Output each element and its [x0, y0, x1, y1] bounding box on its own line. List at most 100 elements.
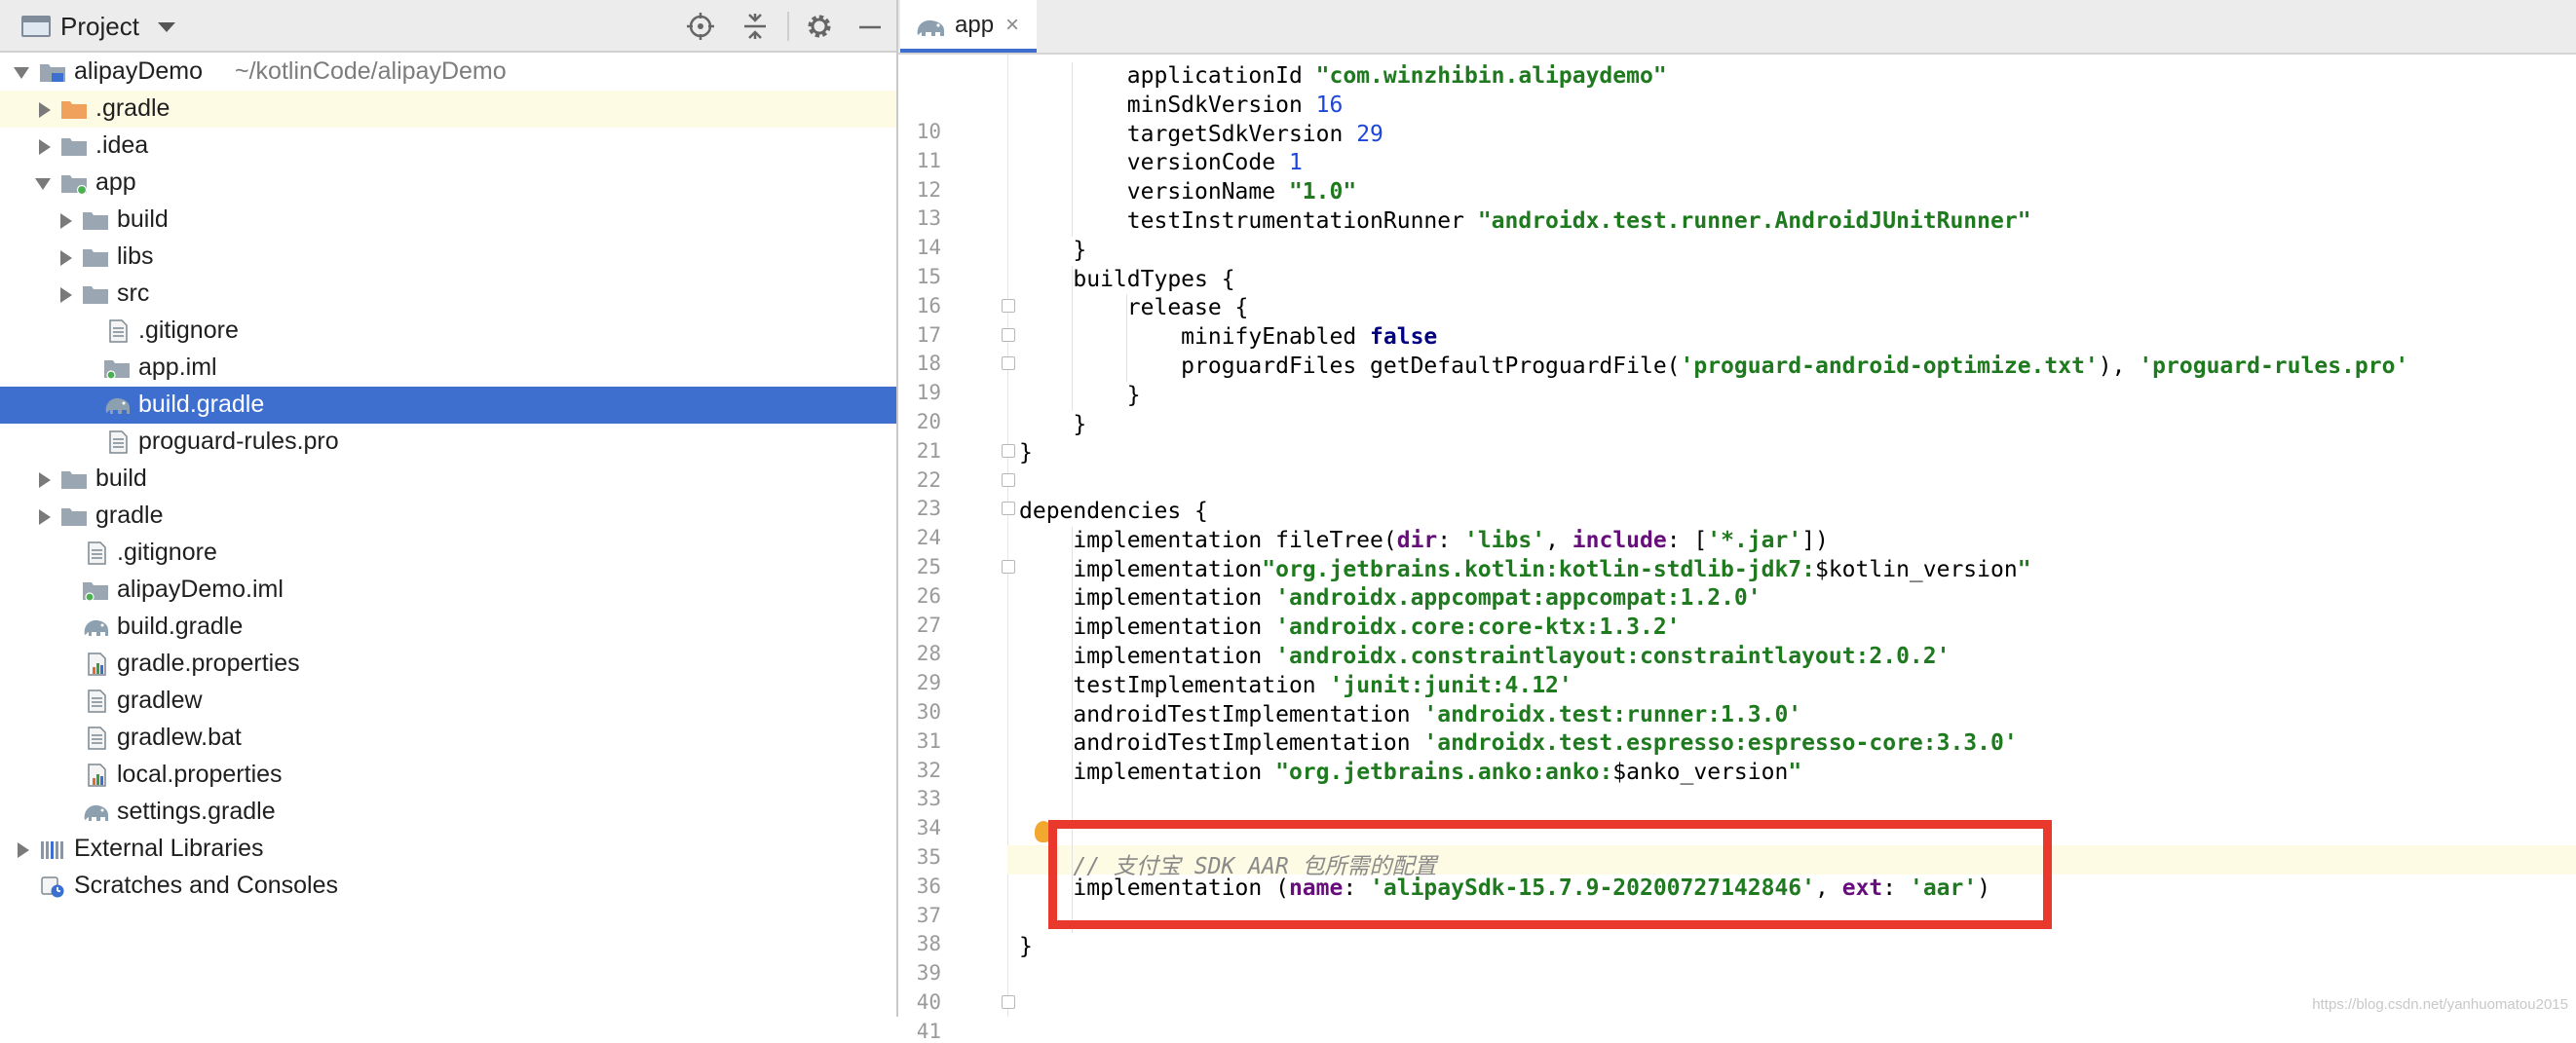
- code-token: testImplementation: [1019, 672, 1330, 698]
- code-line[interactable]: }: [1019, 383, 1141, 408]
- code-token: ]): [1801, 527, 1829, 553]
- minimize-icon[interactable]: [855, 12, 885, 41]
- line-number: 41: [916, 1019, 941, 1043]
- module-folder-icon: [61, 175, 88, 195]
- tree-item[interactable]: app: [0, 165, 896, 202]
- code-token: implementation: [1019, 615, 1276, 641]
- project-view-icon: [21, 16, 51, 37]
- tree-item[interactable]: alipayDemo ~/kotlinCode/alipayDemo: [0, 54, 896, 91]
- tree-item[interactable]: External Libraries: [0, 831, 896, 868]
- line-number: 29: [916, 671, 941, 695]
- tree-item[interactable]: build.gradle: [0, 387, 896, 424]
- code-line[interactable]: targetSdkVersion 29: [1019, 122, 1383, 147]
- fold-marker-icon[interactable]: [1002, 560, 1015, 574]
- code-line[interactable]: proguardFiles getDefaultProguardFile('pr…: [1019, 354, 2408, 379]
- close-icon[interactable]: ×: [1005, 12, 1019, 39]
- chevron-right-icon[interactable]: [60, 213, 72, 229]
- code-line[interactable]: implementation 'androidx.constraintlayou…: [1019, 644, 1950, 669]
- tree-item[interactable]: app.iml: [0, 350, 896, 387]
- code-token: implementation: [1019, 760, 1276, 786]
- fold-marker-icon[interactable]: [1002, 995, 1015, 1009]
- chevron-right-icon[interactable]: [60, 250, 72, 266]
- chevron-right-icon[interactable]: [18, 842, 29, 858]
- code-token: androidTestImplementation: [1019, 730, 1424, 757]
- code-line[interactable]: minifyEnabled false: [1019, 324, 1437, 350]
- tree-item[interactable]: build: [0, 202, 896, 239]
- chevron-right-icon[interactable]: [60, 287, 72, 303]
- code-line[interactable]: implementation 'androidx.appcompat:appco…: [1019, 585, 1761, 611]
- watermark: https://blog.csdn.net/yanhuomatou2015: [2312, 996, 2568, 1013]
- tree-item[interactable]: Scratches and Consoles: [0, 868, 896, 905]
- project-view-title[interactable]: Project: [60, 12, 139, 42]
- code-token: ": [1788, 760, 1802, 786]
- tab-app[interactable]: app ×: [900, 0, 1037, 53]
- folder-icon: [83, 249, 108, 267]
- code-line[interactable]: }: [1019, 934, 1033, 959]
- code-line[interactable]: }: [1019, 412, 1086, 437]
- code-token: versionName: [1019, 179, 1289, 205]
- code-line[interactable]: minSdkVersion 16: [1019, 93, 1344, 118]
- chevron-down-icon[interactable]: [35, 178, 51, 190]
- chevron-right-icon[interactable]: [39, 509, 51, 525]
- tree-item[interactable]: src: [0, 276, 896, 313]
- chevron-down-icon[interactable]: [158, 22, 175, 32]
- chevron-right-icon[interactable]: [39, 472, 51, 488]
- collapse-all-icon[interactable]: [740, 12, 770, 41]
- code-line[interactable]: applicationId "com.winzhibin.alipaydemo": [1019, 63, 1667, 89]
- chevron-down-icon[interactable]: [14, 67, 29, 79]
- tree-item[interactable]: alipayDemo.iml: [0, 572, 896, 609]
- line-number: 39: [916, 961, 941, 986]
- tree-item[interactable]: gradle: [0, 498, 896, 535]
- tree-item[interactable]: .gradle: [0, 91, 896, 128]
- tree-item[interactable]: .gitignore: [0, 313, 896, 350]
- code-line[interactable]: versionCode 1: [1019, 150, 1303, 175]
- gear-icon[interactable]: [805, 12, 834, 41]
- tree-item[interactable]: build: [0, 461, 896, 498]
- code-line[interactable]: release {: [1019, 295, 1249, 320]
- folder-icon: [61, 471, 87, 489]
- tree-item[interactable]: libs: [0, 239, 896, 276]
- tree-item[interactable]: build.gradle: [0, 609, 896, 646]
- project-tool-window: Project alipayDemo ~/kotlinCode/alipayDe…: [0, 0, 898, 1017]
- code-line[interactable]: testImplementation 'junit:junit:4.12': [1019, 673, 1572, 698]
- fold-marker-icon[interactable]: [1002, 472, 1015, 487]
- fold-marker-icon[interactable]: [1002, 327, 1015, 342]
- code-line[interactable]: versionName "1.0": [1019, 179, 1356, 205]
- code-line[interactable]: implementation fileTree(dir: 'libs', inc…: [1019, 528, 1829, 553]
- tree-item[interactable]: gradle.properties: [0, 646, 896, 683]
- fold-marker-icon[interactable]: [1002, 298, 1015, 313]
- code-line[interactable]: implementation 'androidx.core:core-ktx:1…: [1019, 615, 1680, 641]
- code-line[interactable]: implementation "org.jetbrains.anko:anko:…: [1019, 760, 1801, 785]
- line-number: 23: [916, 497, 941, 521]
- chevron-right-icon[interactable]: [39, 139, 51, 155]
- code-token: implementation: [1019, 644, 1276, 669]
- code-line[interactable]: dependencies {: [1019, 499, 1208, 524]
- locate-file-icon[interactable]: [686, 12, 715, 41]
- tree-item[interactable]: settings.gradle: [0, 794, 896, 831]
- header-divider: [787, 12, 789, 41]
- chevron-right-icon[interactable]: [39, 102, 51, 118]
- folder-icon: [83, 286, 108, 304]
- code-line[interactable]: implementation"org.jetbrains.kotlin:kotl…: [1019, 557, 2030, 582]
- code-line[interactable]: }: [1019, 238, 1086, 263]
- code-line[interactable]: androidTestImplementation 'androidx.test…: [1019, 730, 2017, 757]
- text-file-icon: [88, 689, 106, 713]
- fold-marker-icon[interactable]: [1002, 502, 1015, 516]
- line-number: 11: [916, 148, 941, 172]
- fold-marker-icon[interactable]: [1002, 443, 1015, 458]
- scratches-icon: [41, 876, 64, 898]
- tree-item[interactable]: local.properties: [0, 757, 896, 794]
- tree-item[interactable]: proguard-rules.pro: [0, 424, 896, 461]
- code-line[interactable]: testInstrumentationRunner "androidx.test…: [1019, 208, 2031, 234]
- tree-item[interactable]: .gitignore: [0, 535, 896, 572]
- code-line[interactable]: buildTypes {: [1019, 267, 1234, 292]
- tree-item-label: Scratches and Consoles: [74, 872, 338, 899]
- folder-orange-icon: [61, 101, 87, 119]
- code-line[interactable]: }: [1019, 440, 1033, 466]
- code-token: 'libs': [1463, 527, 1546, 553]
- fold-marker-icon[interactable]: [1002, 356, 1015, 371]
- tree-item[interactable]: gradlew: [0, 683, 896, 720]
- tree-item[interactable]: .idea: [0, 128, 896, 165]
- code-line[interactable]: androidTestImplementation 'androidx.test…: [1019, 702, 1801, 727]
- tree-item[interactable]: gradlew.bat: [0, 720, 896, 757]
